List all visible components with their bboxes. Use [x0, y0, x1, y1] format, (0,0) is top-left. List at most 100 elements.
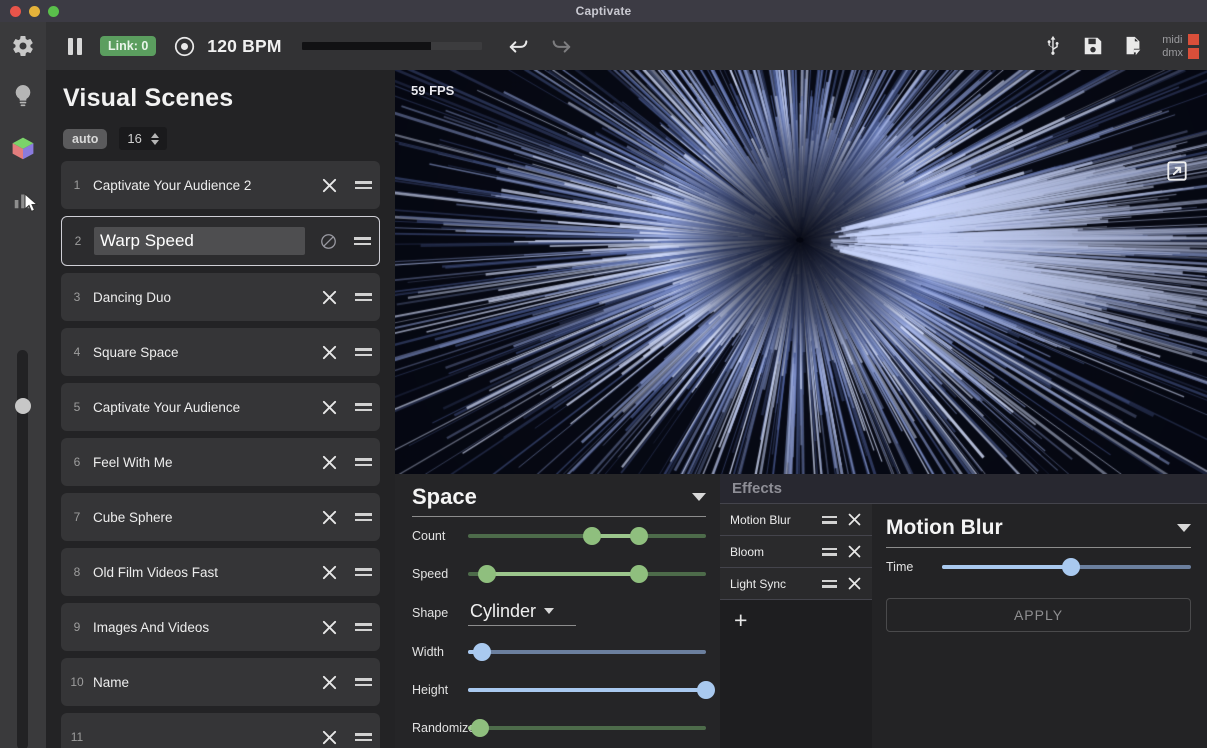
scene-item-5[interactable]: 5 Captivate Your Audience: [61, 383, 380, 431]
count-slider[interactable]: [468, 527, 706, 545]
scene-name: Old Film Videos Fast: [93, 565, 312, 580]
drag-handle-icon[interactable]: [346, 568, 380, 576]
window-controls[interactable]: [10, 6, 59, 17]
effect-item[interactable]: Motion Blur: [720, 504, 872, 536]
randomize-row: Randomize: [412, 709, 706, 747]
height-slider[interactable]: [468, 681, 706, 699]
scene-item-4[interactable]: 4 Square Space: [61, 328, 380, 376]
pause-button[interactable]: [68, 38, 82, 55]
drag-handle-icon[interactable]: [346, 733, 380, 741]
chevron-up-icon[interactable]: [151, 133, 159, 138]
drag-handle-icon[interactable]: [816, 548, 842, 556]
drag-handle-icon[interactable]: [346, 181, 380, 189]
scene-item-3[interactable]: 3 Dancing Duo: [61, 273, 380, 321]
sidebar-item-lights[interactable]: [0, 70, 46, 122]
scene-item-8[interactable]: 8 Old Film Videos Fast: [61, 548, 380, 596]
chevron-down-icon[interactable]: [692, 493, 706, 501]
new-file-icon[interactable]: [1122, 34, 1144, 58]
beat-progress-bar[interactable]: [302, 42, 482, 50]
chevron-down-icon[interactable]: [151, 140, 159, 145]
usb-icon[interactable]: [1042, 34, 1064, 58]
drag-handle-icon[interactable]: [346, 678, 380, 686]
bpm-display[interactable]: 120 BPM: [207, 36, 281, 57]
minimize-button[interactable]: [29, 6, 40, 17]
master-level-slider[interactable]: [15, 350, 29, 748]
scene-count-stepper[interactable]: 16: [119, 127, 166, 150]
settings-button[interactable]: [0, 22, 46, 70]
scene-delete-icon[interactable]: [312, 177, 346, 194]
drag-handle-icon[interactable]: [816, 516, 842, 524]
preview-viewport[interactable]: 59 FPS: [395, 70, 1207, 474]
slider-knob[interactable]: [471, 719, 489, 737]
stepper-arrows[interactable]: [151, 133, 159, 145]
effect-remove-icon[interactable]: [842, 512, 866, 527]
sidebar-item-visuals[interactable]: [0, 122, 46, 174]
randomize-slider[interactable]: [468, 719, 706, 737]
slider-knob-min[interactable]: [478, 565, 496, 583]
scene-delete-icon[interactable]: [312, 564, 346, 581]
drag-handle-icon[interactable]: [816, 580, 842, 588]
effect-detail-panel: Motion Blur Time APPLY: [872, 504, 1207, 748]
scene-delete-icon[interactable]: [312, 454, 346, 471]
scene-delete-icon[interactable]: [312, 729, 346, 746]
zoom-button[interactable]: [48, 6, 59, 17]
effect-item[interactable]: Light Sync: [720, 568, 872, 600]
drag-handle-icon[interactable]: [346, 293, 380, 301]
chevron-down-icon[interactable]: [1177, 524, 1191, 532]
width-slider[interactable]: [468, 643, 706, 661]
master-slider-knob[interactable]: [15, 398, 31, 414]
scene-delete-icon[interactable]: [312, 344, 346, 361]
record-button[interactable]: [174, 36, 195, 57]
drag-handle-icon[interactable]: [346, 348, 380, 356]
scene-delete-icon[interactable]: [312, 399, 346, 416]
scene-item-6[interactable]: 6 Feel With Me: [61, 438, 380, 486]
add-effect-button[interactable]: +: [720, 600, 872, 640]
scene-delete-icon[interactable]: [312, 289, 346, 306]
sidebar-item-analytics[interactable]: [0, 174, 46, 226]
midi-label: midi: [1162, 34, 1183, 46]
scene-delete-icon[interactable]: [312, 619, 346, 636]
shape-select[interactable]: Cylinder: [468, 601, 576, 626]
scene-name-input[interactable]: Warp Speed: [94, 227, 305, 255]
scene-index: 8: [61, 565, 93, 579]
scene-item-7[interactable]: 7 Cube Sphere: [61, 493, 380, 541]
drag-handle-icon[interactable]: [345, 237, 379, 245]
scene-item-1[interactable]: 1 Captivate Your Audience 2: [61, 161, 380, 209]
scene-list: 1 Captivate Your Audience 2 2 Warp Speed 3 Da…: [46, 161, 395, 748]
effect-item[interactable]: Bloom: [720, 536, 872, 568]
expand-icon[interactable]: [1166, 160, 1188, 182]
redo-icon[interactable]: [550, 35, 572, 57]
drag-handle-icon[interactable]: [346, 623, 380, 631]
space-controls: Count Speed Shape Cylinder Width Height Random…: [412, 517, 706, 747]
slider-knob-max[interactable]: [630, 527, 648, 545]
speed-slider[interactable]: [468, 565, 706, 583]
undo-icon[interactable]: [508, 35, 530, 57]
lightbulb-icon: [12, 83, 34, 109]
effects-list: Motion Blur Bloom Light Sync +: [720, 504, 872, 748]
history-controls: [508, 35, 572, 57]
save-icon[interactable]: [1082, 34, 1104, 58]
scene-disable-icon[interactable]: [311, 233, 345, 250]
drag-handle-icon[interactable]: [346, 403, 380, 411]
link-status-badge[interactable]: Link: 0: [100, 36, 156, 56]
scene-delete-icon[interactable]: [312, 509, 346, 526]
slider-knob[interactable]: [473, 643, 491, 661]
scene-item-11[interactable]: 11: [61, 713, 380, 748]
slider-knob-min[interactable]: [583, 527, 601, 545]
app-window: Captivate Link: 0 120 BPM midi dmx Visua…: [0, 0, 1207, 748]
drag-handle-icon[interactable]: [346, 458, 380, 466]
apply-button[interactable]: APPLY: [886, 598, 1191, 632]
scene-item-9[interactable]: 9 Images And Videos: [61, 603, 380, 651]
effect-time-slider[interactable]: [942, 558, 1191, 576]
scene-delete-icon[interactable]: [312, 674, 346, 691]
auto-button[interactable]: auto: [63, 129, 107, 149]
slider-knob-max[interactable]: [630, 565, 648, 583]
scene-item-10[interactable]: 10 Name: [61, 658, 380, 706]
scene-item-2[interactable]: 2 Warp Speed: [61, 216, 380, 266]
slider-knob[interactable]: [1062, 558, 1080, 576]
slider-knob[interactable]: [697, 681, 715, 699]
close-button[interactable]: [10, 6, 21, 17]
drag-handle-icon[interactable]: [346, 513, 380, 521]
effect-remove-icon[interactable]: [842, 544, 866, 559]
effect-remove-icon[interactable]: [842, 576, 866, 591]
